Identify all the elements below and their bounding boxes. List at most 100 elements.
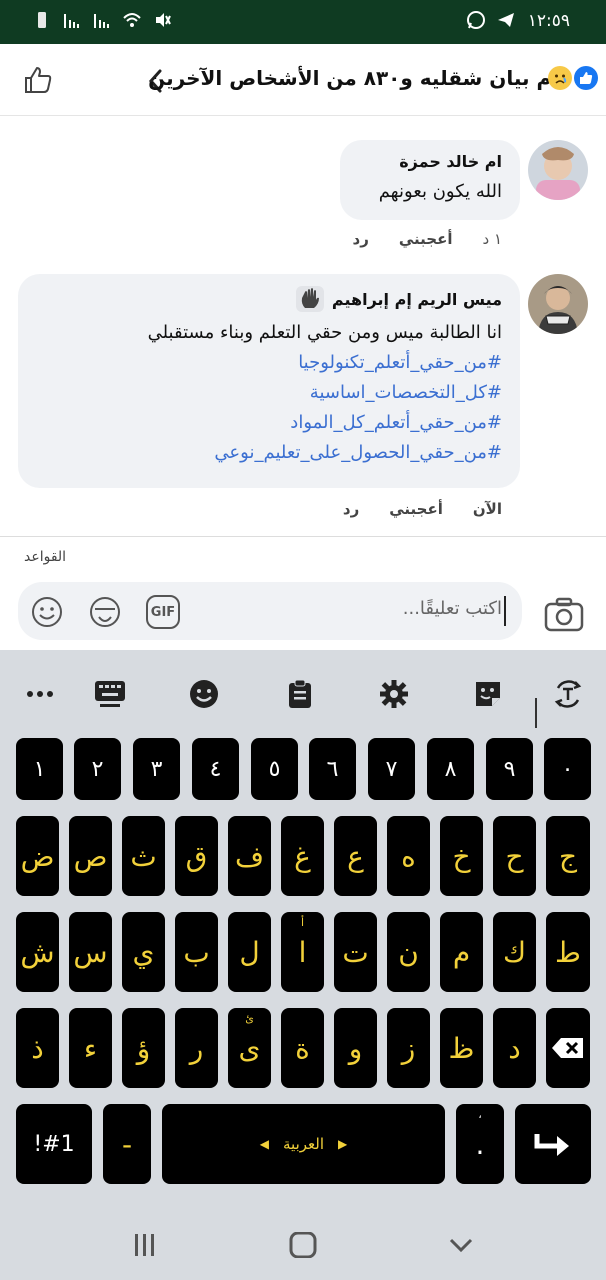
key-7[interactable]: ٧ <box>368 738 415 800</box>
key-letter[interactable]: ة <box>281 1008 324 1088</box>
backspace-icon <box>552 1038 583 1058</box>
key-letter[interactable]: ق <box>175 816 218 896</box>
page-title[interactable]: ام بيان شقليه و٨٣٠ من الأشخاص الآخرين <box>148 66 558 90</box>
more-icon[interactable] <box>24 678 56 710</box>
key-letter-alif[interactable]: أ ا <box>281 912 324 992</box>
gif-label: GIF <box>150 604 176 620</box>
telegram-icon <box>498 13 514 27</box>
hashtag-link[interactable]: #من_حقي_أتعلم_كل_المواد <box>36 408 502 438</box>
key-6[interactable]: ٦ <box>309 738 356 800</box>
key-9[interactable]: ٩ <box>486 738 533 800</box>
key-letter[interactable]: ز <box>387 1008 430 1088</box>
key-letter[interactable]: ل <box>228 912 271 992</box>
key-8[interactable]: ٨ <box>427 738 474 800</box>
key-letter[interactable]: ث <box>122 816 165 896</box>
comment-bubble[interactable]: ميس الريم إم إبراهيم انا الطالبة ميس ومن… <box>18 274 520 488</box>
key-letter[interactable]: ع <box>334 816 377 896</box>
recent-apps-icon[interactable] <box>130 1232 160 1258</box>
key-letter[interactable]: ض <box>16 816 59 896</box>
key-letter[interactable]: ظ <box>440 1008 483 1088</box>
reactions-header: ام بيان شقليه و٨٣٠ من الأشخاص الآخرين <box>0 44 606 116</box>
reply-action[interactable]: رد <box>343 500 359 518</box>
comment-input[interactable]: اكتب تعليقًا... GIF <box>18 582 522 640</box>
period-key[interactable]: ، . <box>456 1104 504 1184</box>
key-letter-alif-maqsura[interactable]: ئ ى <box>228 1008 271 1088</box>
comments-list: ام خالد حمزة الله يكون بعونهم ١ د أعجبني… <box>0 116 606 536</box>
key-letter[interactable]: ر <box>175 1008 218 1088</box>
like-action[interactable]: أعجبني <box>399 230 453 248</box>
signal-icon <box>64 14 79 28</box>
status-icons-left <box>32 10 172 30</box>
key-letter[interactable]: ف <box>228 816 271 896</box>
symbols-key[interactable]: !#1 <box>16 1104 92 1184</box>
key-letter[interactable]: و <box>334 1008 377 1088</box>
sad-reaction-icon <box>548 66 572 90</box>
key-letter[interactable]: ذ <box>16 1008 59 1088</box>
enter-arrow-icon <box>534 1134 569 1156</box>
rules-link[interactable]: القواعد <box>24 549 66 565</box>
key-letter[interactable]: س <box>69 912 112 992</box>
key-letter[interactable]: ج <box>546 816 590 896</box>
hashtag-link[interactable]: #من_حقي_أتعلم_تكنولوجيا <box>36 348 502 378</box>
space-key[interactable]: ◀ العربية ▶ <box>162 1104 445 1184</box>
key-letter[interactable]: ت <box>334 912 377 992</box>
reply-action[interactable]: رد <box>353 230 369 248</box>
key-3[interactable]: ٣ <box>133 738 180 800</box>
key-letter[interactable]: غ <box>281 816 324 896</box>
key-letter[interactable]: خ <box>440 816 483 896</box>
key-letter[interactable]: ؤ <box>122 1008 165 1088</box>
camera-icon[interactable] <box>544 596 584 632</box>
emoji-icon[interactable] <box>188 678 220 710</box>
hashtag-link[interactable]: #من_حقي_الحصول_على_تعليم_نوعي <box>36 438 502 468</box>
comment-author-name[interactable]: ميس الريم إم إبراهيم <box>332 290 502 309</box>
key-main-label: . <box>475 1127 485 1161</box>
key-letter[interactable]: د <box>493 1008 536 1088</box>
backspace-key[interactable] <box>546 1008 590 1088</box>
system-nav-bar <box>0 1208 606 1280</box>
space-label: العربية <box>283 1135 324 1153</box>
sticker-icon[interactable] <box>88 595 122 629</box>
key-letter[interactable]: ص <box>69 816 112 896</box>
comment-author[interactable]: ام خالد حمزة <box>358 152 502 171</box>
comment-actions: ١ د أعجبني رد <box>353 230 502 248</box>
home-icon[interactable] <box>288 1232 318 1258</box>
comment-actions: الآن أعجبني رد <box>343 500 502 518</box>
gif-icon[interactable]: GIF <box>146 595 180 629</box>
hashtag-link[interactable]: #كل_التخصصات_اساسية <box>36 378 502 408</box>
comment-bubble[interactable]: ام خالد حمزة الله يكون بعونهم <box>340 140 520 220</box>
emoji-icon[interactable] <box>30 595 64 629</box>
key-2[interactable]: ٢ <box>74 738 121 800</box>
key-5[interactable]: ٥ <box>251 738 298 800</box>
gear-icon[interactable] <box>378 678 410 710</box>
back-nav-icon[interactable] <box>446 1232 476 1258</box>
key-sub-label: ، <box>478 1108 482 1121</box>
key-letter[interactable]: ب <box>175 912 218 992</box>
key-letter[interactable]: ك <box>493 912 536 992</box>
key-letter[interactable]: م <box>440 912 483 992</box>
key-0[interactable]: ٠ <box>544 738 591 800</box>
key-letter[interactable]: ن <box>387 912 430 992</box>
avatar[interactable] <box>528 140 588 200</box>
comment-author[interactable]: ميس الريم إم إبراهيم <box>36 286 502 312</box>
comment-placeholder: اكتب تعليقًا... <box>402 598 502 619</box>
key-letter[interactable]: ط <box>546 912 590 992</box>
translate-icon[interactable] <box>552 678 584 710</box>
key-letter[interactable]: ش <box>16 912 59 992</box>
key-1[interactable]: ١ <box>16 738 63 800</box>
keyboard-layout-icon[interactable] <box>94 678 126 710</box>
like-action[interactable]: أعجبني <box>389 500 443 518</box>
key-letter[interactable]: ي <box>122 912 165 992</box>
key-letter[interactable]: ء <box>69 1008 112 1088</box>
keyboard-toolbar <box>0 670 606 728</box>
key-letter[interactable]: ه <box>387 816 430 896</box>
key-4[interactable]: ٤ <box>192 738 239 800</box>
key-letter[interactable]: ح <box>493 816 536 896</box>
avatar[interactable] <box>528 274 588 334</box>
dash-key[interactable]: - <box>103 1104 151 1184</box>
sticker-icon[interactable] <box>472 678 504 710</box>
signal-icon-2 <box>94 14 109 28</box>
mute-icon <box>156 13 171 27</box>
enter-key[interactable] <box>515 1104 591 1184</box>
like-icon[interactable] <box>22 64 54 96</box>
clipboard-icon[interactable] <box>284 678 316 710</box>
